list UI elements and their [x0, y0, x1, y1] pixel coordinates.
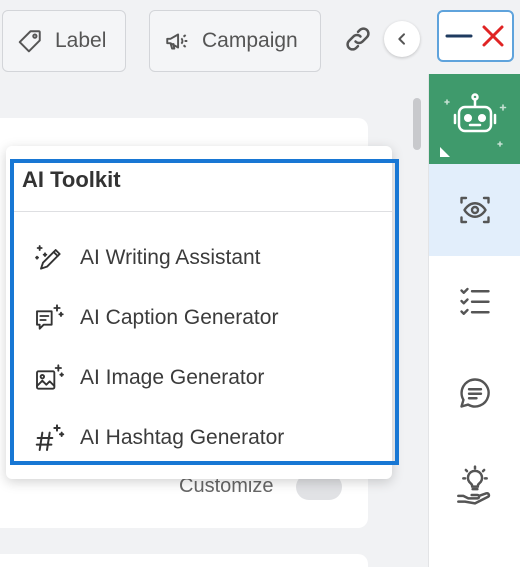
rail-item-ai-assistant[interactable]	[429, 74, 520, 164]
idea-icon	[457, 465, 491, 505]
rail-item-messages[interactable]	[429, 362, 520, 424]
expand-corner-icon	[440, 147, 450, 157]
campaign-button[interactable]: Campaign	[149, 10, 321, 72]
window-controls	[437, 10, 514, 62]
menu-item-ai-caption-generator[interactable]: AI Caption Generator	[6, 288, 392, 348]
rail-item-checklist[interactable]	[429, 270, 520, 332]
label-button-text: Label	[55, 29, 107, 52]
chevron-left-icon	[398, 33, 405, 45]
tag-icon	[18, 30, 41, 53]
checklist-icon	[460, 287, 490, 315]
campaign-button-text: Campaign	[202, 29, 298, 52]
caption-sparkle-icon	[32, 301, 66, 335]
scrollbar-thumb[interactable]	[413, 98, 421, 150]
menu-item-label: AI Writing Assistant	[80, 246, 261, 269]
minimize-icon[interactable]	[445, 22, 473, 50]
image-sparkle-icon	[32, 361, 66, 395]
hashtag-sparkle-icon	[32, 421, 66, 455]
ai-toolkit-popup: AI Toolkit AI Writing Assistant AI Capti…	[6, 146, 392, 479]
divider	[12, 211, 392, 212]
menu-item-ai-writing-assistant[interactable]: AI Writing Assistant	[6, 228, 392, 288]
menu-item-label: AI Hashtag Generator	[80, 426, 285, 449]
ai-toolkit-menu: AI Writing Assistant AI Caption Generato…	[6, 228, 392, 468]
link-icon[interactable]	[341, 22, 375, 56]
message-icon	[460, 378, 490, 408]
menu-item-label: AI Image Generator	[80, 366, 265, 389]
content-card-secondary	[0, 554, 368, 567]
popup-title: AI Toolkit	[22, 167, 121, 192]
right-rail	[428, 74, 520, 567]
menu-item-ai-image-generator[interactable]: AI Image Generator	[6, 348, 392, 408]
rail-item-ideas[interactable]	[429, 454, 520, 516]
collapse-button[interactable]	[384, 21, 420, 57]
label-button[interactable]: Label	[2, 10, 126, 72]
rail-item-preview[interactable]	[429, 164, 520, 256]
eye-scan-icon	[460, 196, 490, 224]
close-icon[interactable]	[480, 23, 506, 49]
menu-item-ai-hashtag-generator[interactable]: AI Hashtag Generator	[6, 408, 392, 468]
menu-item-label: AI Caption Generator	[80, 306, 279, 329]
top-toolbar: Label Campaign	[0, 0, 520, 82]
pen-sparkle-icon	[32, 241, 66, 275]
megaphone-icon	[166, 33, 188, 50]
